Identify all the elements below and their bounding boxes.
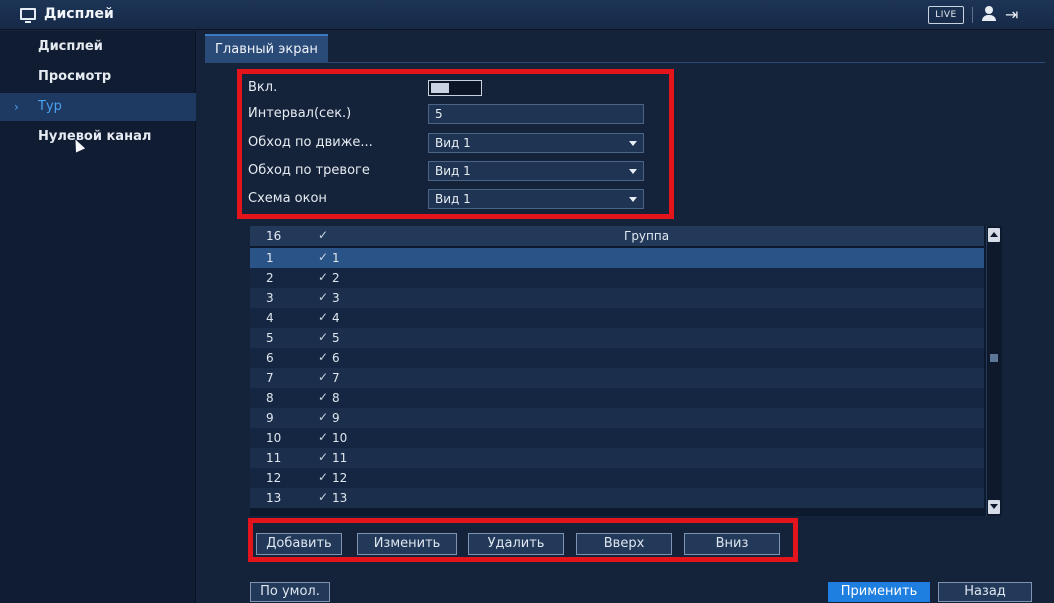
- row-group: 3: [332, 291, 340, 305]
- sidebar: Дисплей Просмотр › Тур Нулевой канал: [0, 31, 196, 603]
- row-checkbox[interactable]: ✓: [318, 270, 328, 284]
- logout-icon[interactable]: ⇥: [1005, 5, 1027, 25]
- display-icon: [20, 8, 36, 20]
- header-count: 16: [266, 229, 296, 243]
- row-checkbox[interactable]: ✓: [318, 350, 328, 364]
- row-group: 6: [332, 351, 340, 365]
- row-number: 3: [266, 291, 296, 305]
- sidebar-item-preview[interactable]: Просмотр: [0, 63, 196, 91]
- sidebar-item-display[interactable]: Дисплей: [0, 33, 196, 61]
- apply-button[interactable]: Применить: [828, 582, 930, 602]
- chevron-right-icon: ›: [14, 93, 19, 121]
- header-group: Группа: [624, 229, 669, 243]
- row-number: 10: [266, 431, 296, 445]
- row-number: 8: [266, 391, 296, 405]
- table-row[interactable]: 10 ✓ 10: [250, 428, 984, 448]
- row-number: 11: [266, 451, 296, 465]
- table-row[interactable]: 13 ✓ 13: [250, 488, 984, 508]
- scroll-up-icon[interactable]: [988, 228, 1000, 242]
- scroll-thumb[interactable]: [990, 354, 998, 362]
- highlight-box-actions: [248, 518, 798, 562]
- sidebar-item-label: Просмотр: [38, 69, 111, 84]
- sidebar-item-tour[interactable]: › Тур: [0, 93, 196, 121]
- row-checkbox[interactable]: ✓: [318, 370, 328, 384]
- row-group: 2: [332, 271, 340, 285]
- row-number: 7: [266, 371, 296, 385]
- table-row[interactable]: 6 ✓ 6: [250, 348, 984, 368]
- table-row[interactable]: 11 ✓ 11: [250, 448, 984, 468]
- row-checkbox[interactable]: ✓: [318, 410, 328, 424]
- table-row[interactable]: 1 ✓ 1: [250, 248, 984, 268]
- row-checkbox[interactable]: ✓: [318, 310, 328, 324]
- row-checkbox[interactable]: ✓: [318, 490, 328, 504]
- row-group: 13: [332, 491, 347, 505]
- table-row[interactable]: 7 ✓ 7: [250, 368, 984, 388]
- row-number: 5: [266, 331, 296, 345]
- row-checkbox[interactable]: ✓: [318, 470, 328, 484]
- group-table: 16 ✓ Группа 1✓12✓23✓34✓45✓56✓67✓78✓89✓91…: [250, 226, 1002, 516]
- tab-underline: [205, 62, 1045, 63]
- row-group: 11: [332, 451, 347, 465]
- row-checkbox[interactable]: ✓: [318, 390, 328, 404]
- row-number: 4: [266, 311, 296, 325]
- table-row[interactable]: 12 ✓ 12: [250, 468, 984, 488]
- row-number: 13: [266, 491, 296, 505]
- select-all-checkbox[interactable]: ✓: [318, 228, 328, 242]
- sidebar-item-label: Тур: [38, 99, 62, 114]
- tab-main-screen[interactable]: Главный экран: [205, 34, 328, 62]
- row-group: 4: [332, 311, 340, 325]
- user-icon[interactable]: [981, 6, 997, 22]
- top-bar: Дисплей LIVE ⇥: [0, 0, 1054, 30]
- row-number: 6: [266, 351, 296, 365]
- back-button[interactable]: Назад: [938, 582, 1032, 602]
- table-row[interactable]: 5 ✓ 5: [250, 328, 984, 348]
- row-group: 8: [332, 391, 340, 405]
- row-number: 1: [266, 251, 296, 265]
- table-row[interactable]: 3 ✓ 3: [250, 288, 984, 308]
- row-checkbox[interactable]: ✓: [318, 250, 328, 264]
- row-group: 10: [332, 431, 347, 445]
- table-row[interactable]: 4 ✓ 4: [250, 308, 984, 328]
- divider: [972, 7, 973, 23]
- row-group: 9: [332, 411, 340, 425]
- row-checkbox[interactable]: ✓: [318, 290, 328, 304]
- scroll-down-icon[interactable]: [988, 500, 1000, 514]
- table-row[interactable]: 9 ✓ 9: [250, 408, 984, 428]
- live-button[interactable]: LIVE: [928, 6, 964, 24]
- default-button[interactable]: По умол.: [250, 582, 330, 602]
- table-scrollbar[interactable]: [986, 226, 1000, 516]
- table-row[interactable]: 8 ✓ 8: [250, 388, 984, 408]
- row-checkbox[interactable]: ✓: [318, 450, 328, 464]
- sidebar-item-label: Дисплей: [38, 39, 103, 54]
- row-checkbox[interactable]: ✓: [318, 330, 328, 344]
- sidebar-item-zero-channel[interactable]: Нулевой канал: [0, 123, 196, 151]
- row-group: 1: [332, 251, 340, 265]
- window-title: Дисплей: [44, 6, 114, 22]
- row-number: 2: [266, 271, 296, 285]
- table-row[interactable]: 2 ✓ 2: [250, 268, 984, 288]
- highlight-box-settings: [237, 69, 674, 219]
- row-group: 5: [332, 331, 340, 345]
- row-group: 7: [332, 371, 340, 385]
- row-number: 12: [266, 471, 296, 485]
- row-checkbox[interactable]: ✓: [318, 430, 328, 444]
- row-group: 12: [332, 471, 347, 485]
- table-header: 16 ✓ Группа: [250, 226, 984, 246]
- sidebar-item-label: Нулевой канал: [38, 129, 151, 144]
- row-number: 9: [266, 411, 296, 425]
